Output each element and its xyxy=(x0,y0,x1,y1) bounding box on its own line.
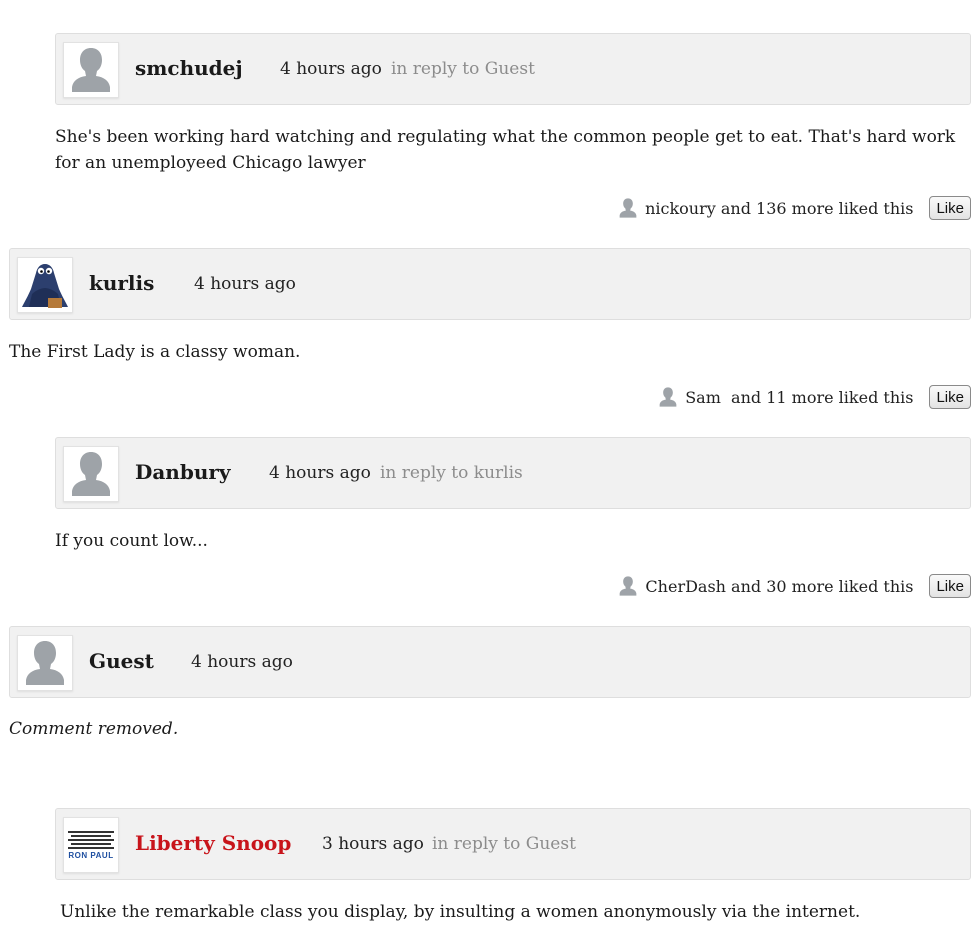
comment-text: If you count low... xyxy=(55,531,208,551)
comment-header: RON PAUL Liberty Snoop 3 hours ago in re… xyxy=(55,808,971,880)
likes-text[interactable]: nickoury and 136 more liked this xyxy=(645,199,913,218)
comment-text: She's been working hard watching and reg… xyxy=(55,127,956,173)
comment-header: kurlis 4 hours ago xyxy=(9,248,971,320)
comment-header: Guest 4 hours ago xyxy=(9,626,971,698)
comment-removed-text: Comment removed. xyxy=(9,719,179,739)
timestamp[interactable]: 4 hours ago xyxy=(191,652,293,672)
default-user-icon xyxy=(26,641,64,685)
comment-header: smchudej 4 hours ago in reply to Guest xyxy=(55,33,971,105)
like-button[interactable]: Like xyxy=(929,574,971,598)
username[interactable]: Danbury xyxy=(135,460,231,484)
comment-header: Danbury 4 hours ago in reply to kurlis xyxy=(55,437,971,509)
avatar[interactable] xyxy=(17,635,73,691)
timestamp[interactable]: 4 hours ago xyxy=(269,463,371,483)
username[interactable]: smchudej xyxy=(135,56,243,80)
likes-bar: nickoury and 136 more liked this Like xyxy=(617,195,971,221)
timestamp[interactable]: 4 hours ago xyxy=(280,59,382,79)
ron-paul-logo-icon: RON PAUL xyxy=(68,830,114,860)
like-button[interactable]: Like xyxy=(929,196,971,220)
likes-text[interactable]: CherDash and 30 more liked this xyxy=(645,577,913,596)
timestamp[interactable]: 3 hours ago xyxy=(322,834,424,854)
avatar[interactable] xyxy=(63,42,119,98)
reply-to-link[interactable]: in reply to kurlis xyxy=(380,463,523,483)
default-user-icon xyxy=(72,48,110,92)
timestamp[interactable]: 4 hours ago xyxy=(194,274,296,294)
reply-to-link[interactable]: in reply to Guest xyxy=(391,59,535,79)
cookie-monster-avatar-icon xyxy=(18,258,72,312)
likes-text[interactable]: Sam and 11 more liked this xyxy=(685,388,913,407)
avatar[interactable] xyxy=(63,446,119,502)
avatar[interactable]: RON PAUL xyxy=(63,817,119,873)
likes-bar: Sam and 11 more liked this Like xyxy=(657,384,971,410)
liker-avatar-icon xyxy=(657,386,679,408)
username[interactable]: Liberty Snoop xyxy=(135,831,291,855)
liker-avatar-icon xyxy=(617,197,639,219)
like-button[interactable]: Like xyxy=(929,385,971,409)
username[interactable]: Guest xyxy=(89,649,154,673)
avatar-logo-text: RON PAUL xyxy=(68,850,114,860)
default-user-icon xyxy=(72,452,110,496)
liker-avatar-icon xyxy=(617,575,639,597)
comment-text: The First Lady is a classy woman. xyxy=(9,342,301,362)
username[interactable]: kurlis xyxy=(89,271,154,295)
comment-text: Unlike the remarkable class you display,… xyxy=(60,902,861,922)
reply-to-link[interactable]: in reply to Guest xyxy=(432,834,576,854)
avatar[interactable] xyxy=(17,257,73,313)
likes-bar: CherDash and 30 more liked this Like xyxy=(617,573,971,599)
